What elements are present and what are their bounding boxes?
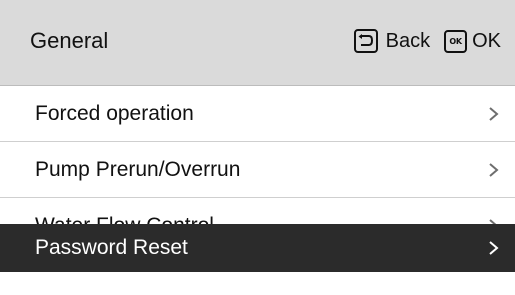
settings-screen: General Back OK OK Forced operation Pump… [0, 0, 515, 295]
menu-item-label: Pump Prerun/Overrun [35, 158, 241, 181]
menu-item-password-reset[interactable]: Password Reset [0, 224, 515, 272]
chevron-right-icon [489, 241, 499, 255]
header-actions: Back OK OK [353, 27, 501, 55]
ok-icon: OK [444, 29, 468, 53]
back-button[interactable]: Back [353, 27, 431, 55]
page-title: General [30, 28, 109, 53]
back-icon [353, 29, 378, 53]
chevron-right-icon [489, 163, 499, 177]
menu-item-forced-operation[interactable]: Forced operation [0, 86, 515, 142]
menu-item-label: Forced operation [35, 102, 194, 125]
ok-button[interactable]: OK OK [444, 27, 501, 55]
ok-label: OK [472, 30, 501, 52]
chevron-right-icon [489, 107, 499, 121]
back-label: Back [385, 30, 431, 52]
menu-item-pump-prerun-overrun[interactable]: Pump Prerun/Overrun [0, 142, 515, 198]
header-bar: General Back OK OK [0, 0, 515, 86]
menu-item-label: Password Reset [35, 236, 188, 259]
